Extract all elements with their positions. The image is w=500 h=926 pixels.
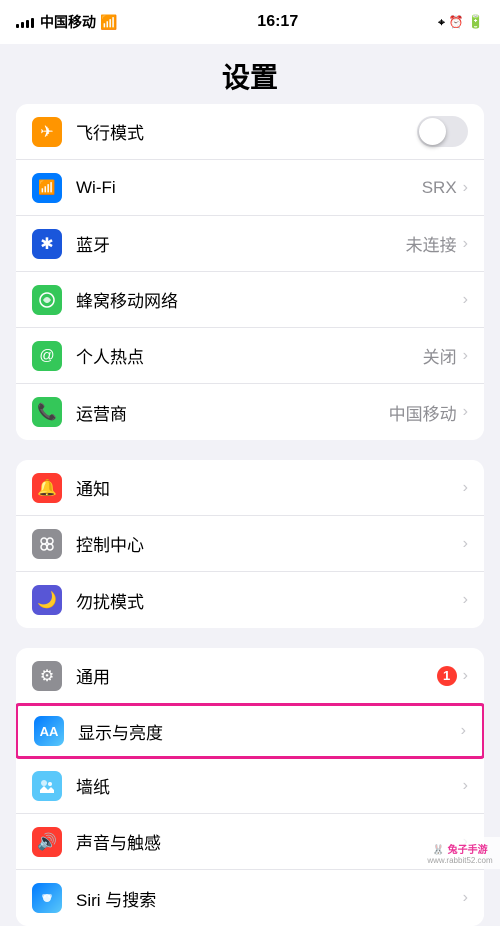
wallpaper-chevron: ›	[463, 777, 468, 795]
battery-icon: 🔋	[468, 14, 484, 30]
notifications-label: 通知	[76, 475, 463, 500]
hotspot-chevron: ›	[463, 347, 468, 365]
airplane-label: 飞行模式	[76, 119, 417, 144]
wifi-status-icon: 📶	[100, 14, 117, 31]
carrier-icon: 📞	[32, 397, 62, 427]
dnd-chevron: ›	[463, 591, 468, 609]
controlcenter-chevron: ›	[463, 535, 468, 553]
bluetooth-icon: ✱	[32, 229, 62, 259]
siri-chevron: ›	[463, 889, 468, 907]
bluetooth-label: 蓝牙	[76, 231, 406, 256]
location-icon: ⌖	[438, 15, 445, 30]
display-label: 显示与亮度	[78, 719, 461, 744]
hotspot-label: 个人热点	[76, 343, 423, 368]
wifi-icon: 📶	[32, 173, 62, 203]
sounds-icon: 🔊	[32, 827, 62, 857]
wifi-label: Wi-Fi	[76, 178, 422, 198]
watermark-logo: 🐰 兔子手游	[426, 841, 494, 856]
cellular-chevron: ›	[463, 291, 468, 309]
network-group: ✈ 飞行模式 📶 Wi-Fi SRX › ✱ 蓝牙 未连接 › 蜂窝移动网络	[16, 104, 484, 440]
page-title: 设置	[0, 56, 500, 96]
bluetooth-chevron: ›	[463, 235, 468, 253]
bluetooth-value: 未连接	[406, 231, 457, 256]
dnd-label: 勿扰模式	[76, 588, 463, 613]
alarm-icon: ⏰	[449, 15, 464, 29]
controlcenter-label: 控制中心	[76, 531, 463, 556]
notifications-chevron: ›	[463, 479, 468, 497]
general-group: ⚙ 通用 1 › AA 显示与亮度 › 墙纸 › 🔊 声音与触感 ›	[16, 648, 484, 926]
general-icon: ⚙	[32, 661, 62, 691]
wifi-value: SRX	[422, 178, 457, 198]
display-chevron: ›	[461, 722, 466, 740]
hotspot-value: 关闭	[423, 343, 457, 368]
status-time: 16:17	[257, 13, 298, 31]
cellular-label: 蜂窝移动网络	[76, 287, 463, 312]
carrier-label: 运营商	[76, 400, 389, 425]
wifi-row[interactable]: 📶 Wi-Fi SRX ›	[16, 160, 484, 216]
general-row[interactable]: ⚙ 通用 1 ›	[16, 648, 484, 704]
general-chevron: ›	[463, 667, 468, 685]
dnd-icon: 🌙	[32, 585, 62, 615]
wifi-chevron: ›	[463, 179, 468, 197]
airplane-toggle[interactable]	[417, 116, 468, 147]
wallpaper-label: 墙纸	[76, 773, 463, 798]
siri-icon	[32, 883, 62, 913]
display-row[interactable]: AA 显示与亮度 ›	[16, 703, 484, 759]
airplane-row[interactable]: ✈ 飞行模式	[16, 104, 484, 160]
airplane-icon: ✈	[32, 117, 62, 147]
watermark: 🐰 兔子手游 www.rabbit52.com	[420, 837, 500, 869]
carrier-label: 中国移动	[40, 12, 96, 32]
general-label: 通用	[76, 663, 437, 688]
toggle-knob	[419, 118, 446, 145]
carrier-value: 中国移动	[389, 400, 457, 425]
wallpaper-icon	[32, 771, 62, 801]
signal-icon	[16, 16, 34, 28]
cellular-icon	[32, 285, 62, 315]
notifications-row[interactable]: 🔔 通知 ›	[16, 460, 484, 516]
hotspot-icon: @	[32, 341, 62, 371]
controlcenter-row[interactable]: 控制中心 ›	[16, 516, 484, 572]
carrier-row[interactable]: 📞 运营商 中国移动 ›	[16, 384, 484, 440]
watermark-url: www.rabbit52.com	[426, 856, 494, 865]
status-left: 中国移动 📶	[16, 12, 117, 32]
watermark-content: 🐰 兔子手游 www.rabbit52.com	[420, 837, 500, 869]
siri-row[interactable]: Siri 与搜索 ›	[16, 870, 484, 926]
carrier-chevron: ›	[463, 403, 468, 421]
notifications-icon: 🔔	[32, 473, 62, 503]
status-bar: 中国移动 📶 16:17 ⌖ ⏰ 🔋	[0, 0, 500, 44]
wallpaper-row[interactable]: 墙纸 ›	[16, 758, 484, 814]
hotspot-row[interactable]: @ 个人热点 关闭 ›	[16, 328, 484, 384]
dnd-row[interactable]: 🌙 勿扰模式 ›	[16, 572, 484, 628]
sounds-label: 声音与触感	[76, 829, 463, 854]
display-icon: AA	[34, 716, 64, 746]
sounds-row[interactable]: 🔊 声音与触感 ›	[16, 814, 484, 870]
page-header: 设置	[0, 44, 500, 104]
notifications-group: 🔔 通知 › 控制中心 › 🌙 勿扰模式 ›	[16, 460, 484, 628]
bluetooth-row[interactable]: ✱ 蓝牙 未连接 ›	[16, 216, 484, 272]
siri-label: Siri 与搜索	[76, 886, 463, 911]
controlcenter-icon	[32, 529, 62, 559]
cellular-row[interactable]: 蜂窝移动网络 ›	[16, 272, 484, 328]
general-badge: 1	[437, 666, 457, 686]
status-right: ⌖ ⏰ 🔋	[438, 14, 484, 30]
